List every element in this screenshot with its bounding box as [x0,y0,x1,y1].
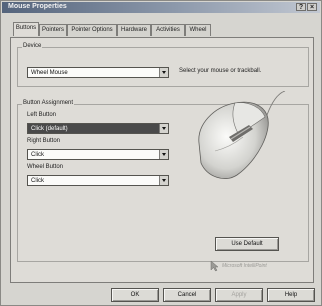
apply-button[interactable]: Apply [215,288,263,302]
wheel-button-label: Wheel Button [27,164,64,170]
tab-pointers[interactable]: Pointers [39,24,67,36]
wheel-button-select-value: Click [31,178,44,184]
close-title-button[interactable]: × [307,3,317,11]
mouse-illustration-icon [198,91,286,179]
right-button-label: Right Button [27,138,61,144]
device-select[interactable]: Wheel Mouse [27,67,169,78]
cancel-button[interactable]: Cancel [163,288,211,302]
tab-activities[interactable]: Activities [151,24,185,36]
use-default-button[interactable]: Use Default [215,237,279,251]
tab-wheel[interactable]: Wheel [185,24,211,36]
chevron-down-icon[interactable] [159,176,168,185]
intellipoint-logo-text: Microsoft IntelliPoint [222,263,267,269]
left-button-select-value: Click (default) [31,126,68,132]
chevron-down-icon[interactable] [159,150,168,159]
tab-hardware[interactable]: Hardware [117,24,151,36]
intellipoint-logo: Microsoft IntelliPoint [209,260,299,272]
cursor-icon [210,260,219,272]
chevron-down-icon[interactable] [159,124,168,133]
wheel-button-select[interactable]: Click [27,175,169,186]
left-button-select[interactable]: Click (default) [27,123,169,134]
window-title: Mouse Properties [8,3,67,10]
device-group-label: Device [22,43,43,49]
device-select-value: Wheel Mouse [31,70,68,76]
right-button-select-value: Click [31,152,44,158]
title-bar[interactable]: Mouse Properties ? × [2,2,320,13]
mouse-properties-dialog: Mouse Properties ? × Buttons Pointers Po… [0,0,322,306]
left-button-label: Left Button [27,112,57,118]
tab-pointer-options[interactable]: Pointer Options [67,24,117,36]
help-title-button[interactable]: ? [296,3,306,11]
right-button-select[interactable]: Click [27,149,169,160]
help-button[interactable]: Help [267,288,315,302]
button-assignment-label: Button Assignment [22,100,75,106]
tab-buttons[interactable]: Buttons [13,22,39,36]
ok-button[interactable]: OK [111,288,159,302]
chevron-down-icon[interactable] [159,68,168,77]
device-hint: Select your mouse or trackball. [179,68,262,74]
